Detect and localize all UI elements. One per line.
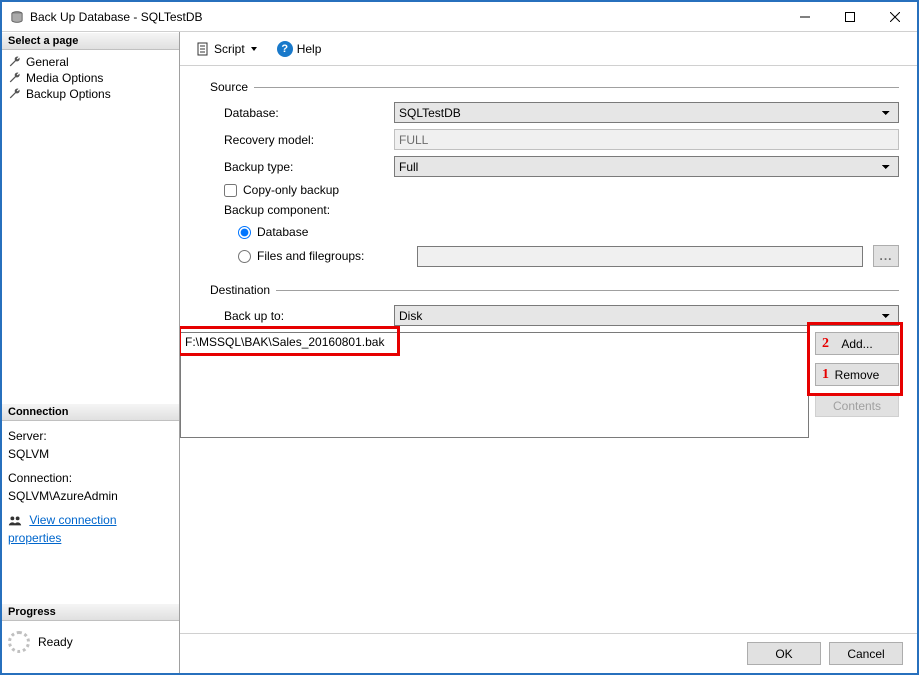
add-button[interactable]: 2Add... <box>815 332 899 355</box>
select-page-header: Select a page <box>2 32 179 50</box>
recovery-model-value: FULL <box>394 129 899 150</box>
backup-component-label: Backup component: <box>210 203 899 217</box>
destination-list[interactable]: F:\MSSQL\BAK\Sales_20160801.bak <box>180 332 809 438</box>
page-label: General <box>26 55 69 69</box>
backup-to-label: Back up to: <box>224 309 394 323</box>
annotation-number-2: 2 <box>822 336 829 352</box>
component-filegroups-label: Files and filegroups: <box>257 249 401 263</box>
server-value: SQLVM <box>8 445 173 463</box>
right-pane: Script ? Help Source Database: SQLTestDB… <box>180 32 917 673</box>
database-label: Database: <box>224 106 394 120</box>
backup-type-label: Backup type: <box>224 160 394 174</box>
database-icon <box>10 11 24 23</box>
chevron-down-icon <box>251 47 257 51</box>
toolbar: Script ? Help <box>180 32 917 66</box>
annotation-number-1: 1 <box>822 367 829 383</box>
page-media-options[interactable]: Media Options <box>6 70 175 86</box>
window-title: Back Up Database - SQLTestDB <box>30 10 782 24</box>
database-select[interactable]: SQLTestDB <box>394 102 899 123</box>
component-database-label: Database <box>257 225 308 239</box>
script-icon <box>196 42 210 56</box>
destination-group: Destination Back up to: Disk F:\MSSQL\BA… <box>210 283 899 438</box>
help-icon: ? <box>277 41 293 57</box>
wrench-icon <box>8 55 22 69</box>
help-label: Help <box>297 42 322 56</box>
connection-label: Connection: <box>8 469 173 487</box>
wrench-icon <box>8 71 22 85</box>
people-icon <box>8 514 22 528</box>
help-button[interactable]: ? Help <box>271 37 328 61</box>
destination-list-item[interactable]: F:\MSSQL\BAK\Sales_20160801.bak <box>181 333 808 351</box>
page-label: Backup Options <box>26 87 111 101</box>
wrench-icon <box>8 87 22 101</box>
remove-button[interactable]: 1Remove <box>815 363 899 386</box>
progress-status: Ready <box>38 635 73 649</box>
minimize-button[interactable] <box>782 2 827 31</box>
backup-to-select[interactable]: Disk <box>394 305 899 326</box>
copy-only-checkbox[interactable] <box>224 184 237 197</box>
recovery-model-label: Recovery model: <box>224 133 394 147</box>
cancel-button[interactable]: Cancel <box>829 642 903 665</box>
backup-type-select[interactable]: Full <box>394 156 899 177</box>
filegroups-input <box>417 246 863 267</box>
page-backup-options[interactable]: Backup Options <box>6 86 175 102</box>
page-general[interactable]: General <box>6 54 175 70</box>
maximize-button[interactable] <box>827 2 872 31</box>
progress-spinner-icon <box>8 631 30 653</box>
destination-legend: Destination <box>210 283 276 297</box>
connection-value: SQLVM\AzureAdmin <box>8 487 173 505</box>
progress-header: Progress <box>2 603 179 621</box>
component-filegroups-radio[interactable] <box>238 250 251 263</box>
connection-header: Connection <box>2 403 179 421</box>
connection-info: Server: SQLVM Connection: SQLVM\AzureAdm… <box>2 421 179 553</box>
close-button[interactable] <box>872 2 917 31</box>
filegroups-browse-button[interactable]: ... <box>873 245 899 267</box>
ok-button[interactable]: OK <box>747 642 821 665</box>
page-label: Media Options <box>26 71 103 85</box>
dialog-buttons: OK Cancel <box>180 633 917 673</box>
copy-only-label: Copy-only backup <box>243 183 339 197</box>
server-label: Server: <box>8 427 173 445</box>
left-pane: Select a page General Media Options Back… <box>2 32 180 673</box>
contents-button: Contents <box>815 394 899 417</box>
title-bar: Back Up Database - SQLTestDB <box>2 2 917 32</box>
component-database-radio[interactable] <box>238 226 251 239</box>
source-group: Source Database: SQLTestDB Recovery mode… <box>210 80 899 273</box>
source-legend: Source <box>210 80 254 94</box>
view-connection-properties[interactable]: View connection properties <box>8 513 117 545</box>
script-button[interactable]: Script <box>190 38 267 60</box>
script-label: Script <box>214 42 245 56</box>
